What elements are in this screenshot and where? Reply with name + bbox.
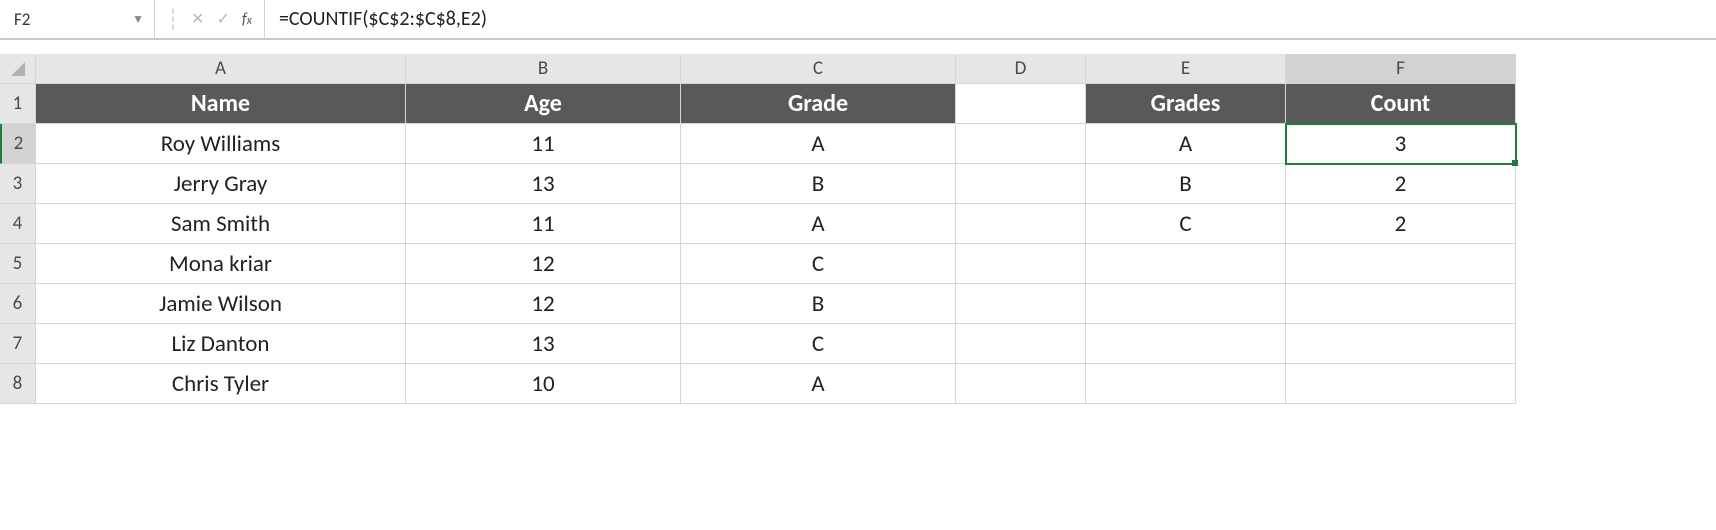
cell-C5[interactable]: C — [681, 244, 956, 284]
cell-D1[interactable] — [956, 84, 1086, 124]
row-header-4[interactable]: 4 — [0, 204, 36, 244]
select-all-corner[interactable] — [0, 54, 36, 84]
fx-icon[interactable]: fx — [242, 10, 252, 29]
cell-B6[interactable]: 12 — [406, 284, 681, 324]
formula-input[interactable]: =COUNTIF($C$2:$C$8,E2) — [265, 0, 1716, 38]
row-header-5[interactable]: 5 — [0, 244, 36, 284]
cell-C8[interactable]: A — [681, 364, 956, 404]
header-cell-count[interactable]: Count — [1286, 84, 1516, 124]
cell-B4[interactable]: 11 — [406, 204, 681, 244]
header-cell-name[interactable]: Name — [36, 84, 406, 124]
cell-E7[interactable] — [1086, 324, 1286, 364]
cell-B2[interactable]: 11 — [406, 124, 681, 164]
cell-E8[interactable] — [1086, 364, 1286, 404]
cell-C3[interactable]: B — [681, 164, 956, 204]
cell-A7[interactable]: Liz Danton — [36, 324, 406, 364]
separator-icon: ┆ — [167, 7, 179, 32]
cell-D3[interactable] — [956, 164, 1086, 204]
col-header-F[interactable]: F — [1286, 54, 1516, 84]
cell-F6[interactable] — [1286, 284, 1516, 324]
cell-A2[interactable]: Roy Williams — [36, 124, 406, 164]
cell-C6[interactable]: B — [681, 284, 956, 324]
cell-B8[interactable]: 10 — [406, 364, 681, 404]
col-header-D[interactable]: D — [956, 54, 1086, 84]
cell-D6[interactable] — [956, 284, 1086, 324]
cell-F8[interactable] — [1286, 364, 1516, 404]
cell-F7[interactable] — [1286, 324, 1516, 364]
cell-E3[interactable]: B — [1086, 164, 1286, 204]
cell-B5[interactable]: 12 — [406, 244, 681, 284]
cell-F5[interactable] — [1286, 244, 1516, 284]
name-box-container: F2 ▼ — [0, 0, 155, 38]
cell-C7[interactable]: C — [681, 324, 956, 364]
cell-B3[interactable]: 13 — [406, 164, 681, 204]
row-header-2[interactable]: 2 — [0, 124, 36, 164]
cell-B7[interactable]: 13 — [406, 324, 681, 364]
row-header-7[interactable]: 7 — [0, 324, 36, 364]
row-header-1[interactable]: 1 — [0, 84, 36, 124]
cell-D5[interactable] — [956, 244, 1086, 284]
cell-D2[interactable] — [956, 124, 1086, 164]
col-header-C[interactable]: C — [681, 54, 956, 84]
cell-E6[interactable] — [1086, 284, 1286, 324]
row-header-6[interactable]: 6 — [0, 284, 36, 324]
formula-bar: F2 ▼ ┆ ✕ ✓ fx =COUNTIF($C$2:$C$8,E2) — [0, 0, 1716, 40]
cancel-icon[interactable]: ✕ — [191, 9, 204, 29]
cell-D7[interactable] — [956, 324, 1086, 364]
cell-C4[interactable]: A — [681, 204, 956, 244]
cell-C2[interactable]: A — [681, 124, 956, 164]
col-header-A[interactable]: A — [36, 54, 406, 84]
cell-A4[interactable]: Sam Smith — [36, 204, 406, 244]
cell-F2[interactable]: 3 — [1286, 124, 1516, 164]
name-box-dropdown-icon[interactable]: ▼ — [130, 12, 146, 27]
spreadsheet-grid: A B C D E F 1 Name Age Grade Grades Coun… — [0, 54, 1716, 404]
cell-A3[interactable]: Jerry Gray — [36, 164, 406, 204]
col-header-B[interactable]: B — [406, 54, 681, 84]
col-header-E[interactable]: E — [1086, 54, 1286, 84]
enter-icon[interactable]: ✓ — [216, 9, 229, 29]
name-box[interactable]: F2 — [8, 9, 130, 30]
formula-buttons: ┆ ✕ ✓ fx — [155, 0, 265, 38]
cell-A5[interactable]: Mona kriar — [36, 244, 406, 284]
cell-D4[interactable] — [956, 204, 1086, 244]
cell-E4[interactable]: C — [1086, 204, 1286, 244]
cell-A8[interactable]: Chris Tyler — [36, 364, 406, 404]
cell-D8[interactable] — [956, 364, 1086, 404]
cell-F3[interactable]: 2 — [1286, 164, 1516, 204]
cell-F4[interactable]: 2 — [1286, 204, 1516, 244]
cell-E2[interactable]: A — [1086, 124, 1286, 164]
header-cell-grade[interactable]: Grade — [681, 84, 956, 124]
header-cell-grades[interactable]: Grades — [1086, 84, 1286, 124]
row-header-8[interactable]: 8 — [0, 364, 36, 404]
header-cell-age[interactable]: Age — [406, 84, 681, 124]
row-header-3[interactable]: 3 — [0, 164, 36, 204]
cell-E5[interactable] — [1086, 244, 1286, 284]
cell-A6[interactable]: Jamie Wilson — [36, 284, 406, 324]
